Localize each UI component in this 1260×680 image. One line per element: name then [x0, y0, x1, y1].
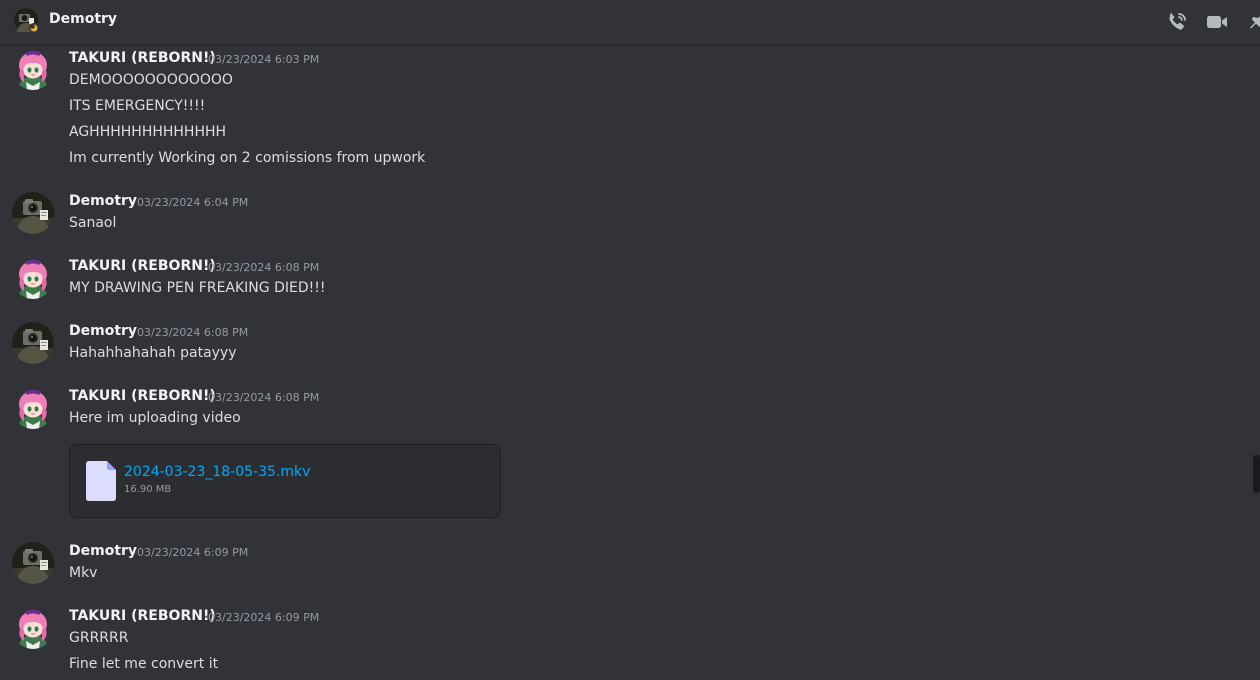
user-avatar[interactable]	[12, 322, 54, 364]
message-text: GRRRRR	[69, 630, 129, 646]
scrollbar-thumb[interactable]	[1253, 455, 1260, 493]
message-timestamp: 03/23/2024 6:09 PM	[208, 611, 320, 624]
video-camera-icon[interactable]	[1205, 10, 1229, 34]
user-avatar[interactable]	[12, 542, 54, 584]
message-author[interactable]: TAKURI (REBORN!)	[69, 608, 216, 624]
user-avatar[interactable]	[12, 257, 54, 299]
phone-call-icon[interactable]	[1165, 10, 1189, 34]
message-text: Fine let me convert it	[69, 656, 219, 672]
message-author[interactable]: Demotry	[69, 193, 137, 209]
user-avatar[interactable]	[12, 387, 54, 429]
dm-header: Demotry	[0, 0, 1260, 45]
message-timestamp: 03/23/2024 6:03 PM	[208, 53, 320, 66]
message-text: Sanaol	[69, 215, 117, 231]
message-text: Hahahhahahah patayyy	[69, 345, 237, 361]
file-size: 16.90 MB	[124, 484, 172, 495]
message-text: DEMOOOOOOOOOOOO	[69, 72, 233, 88]
file-icon	[86, 461, 116, 501]
message-timestamp: 03/23/2024 6:08 PM	[208, 391, 320, 404]
message-text: Mkv	[69, 565, 98, 581]
message-text: AGHHHHHHHHHHHHH	[69, 124, 227, 140]
user-avatar[interactable]	[12, 192, 54, 234]
message-text: Here im uploading video	[69, 410, 241, 426]
user-avatar[interactable]	[12, 607, 54, 649]
user-avatar[interactable]	[12, 48, 54, 90]
message-timestamp: 03/23/2024 6:04 PM	[137, 196, 249, 209]
message-timestamp: 03/23/2024 6:08 PM	[137, 326, 249, 339]
message-author[interactable]: TAKURI (REBORN!)	[69, 388, 216, 404]
message-text: MY DRAWING PEN FREAKING DIED!!!	[69, 280, 326, 296]
message-author[interactable]: TAKURI (REBORN!)	[69, 50, 216, 66]
file-attachment[interactable]: 2024-03-23_18-05-35.mkv 16.90 MB	[69, 444, 501, 518]
message-author[interactable]: Demotry	[69, 543, 137, 559]
message-author[interactable]: Demotry	[69, 323, 137, 339]
pin-icon[interactable]	[1244, 10, 1260, 34]
dm-avatar[interactable]	[14, 8, 39, 33]
dm-title: Demotry	[49, 11, 118, 27]
message-timestamp: 03/23/2024 6:09 PM	[137, 546, 249, 559]
message-timestamp: 03/23/2024 6:08 PM	[208, 261, 320, 274]
message-text: Im currently Working on 2 comissions fro…	[69, 150, 426, 166]
message-text: ITS EMERGENCY!!!!	[69, 98, 206, 114]
file-name-link[interactable]: 2024-03-23_18-05-35.mkv	[124, 464, 310, 480]
message-author[interactable]: TAKURI (REBORN!)	[69, 258, 216, 274]
